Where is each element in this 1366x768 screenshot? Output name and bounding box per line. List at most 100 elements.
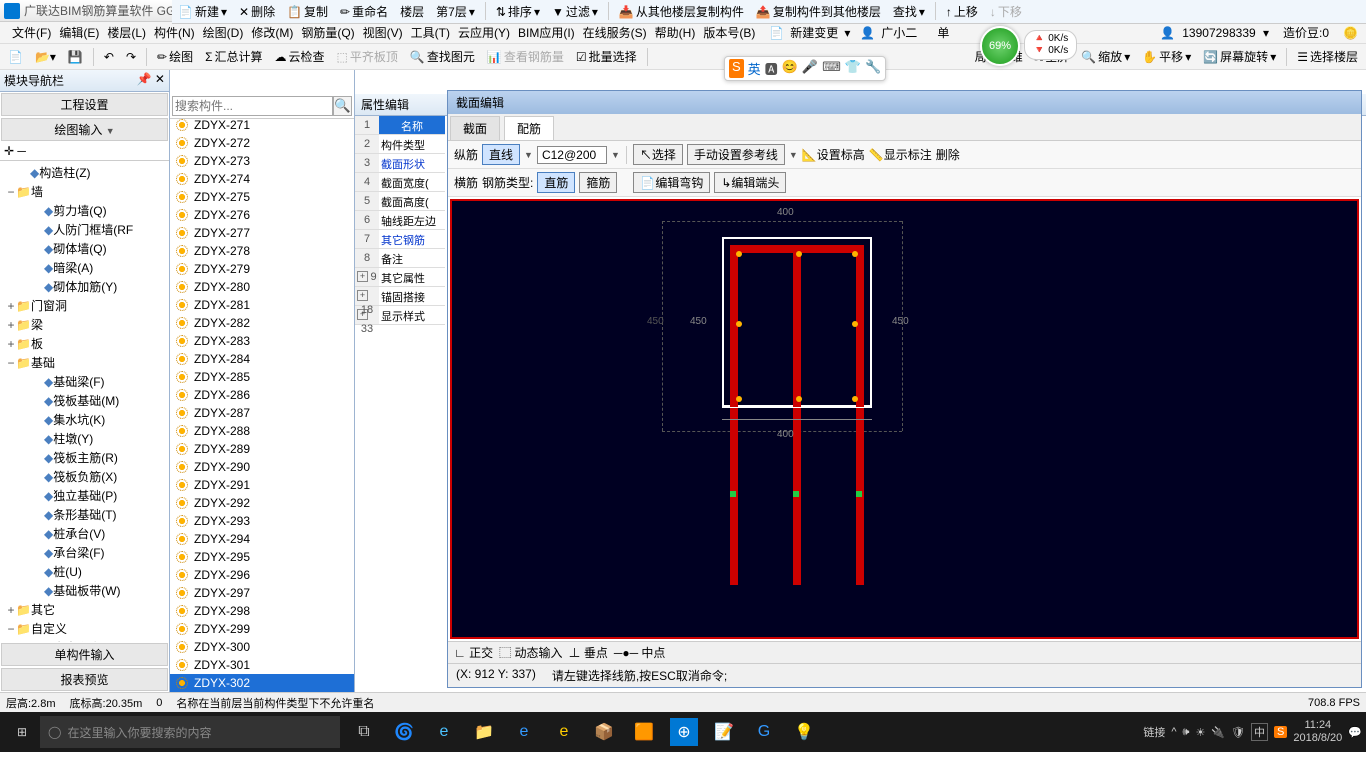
show-dim-button[interactable]: 📏显示标注 [869, 146, 932, 163]
object-item[interactable]: ZDYX-286 [170, 386, 354, 404]
tree-item[interactable]: ◆ 柱墩(Y) [2, 429, 167, 448]
view-rebar-button[interactable]: 📊查看钢筋量 [483, 47, 568, 66]
obj-copy-button[interactable]: 📋复制 [283, 2, 332, 21]
object-item[interactable]: ZDYX-301 [170, 656, 354, 674]
object-item[interactable]: ZDYX-282 [170, 314, 354, 332]
menu-item[interactable]: 帮助(H) [651, 24, 700, 42]
nav-section-single[interactable]: 单构件输入 [1, 643, 168, 666]
set-elev-button[interactable]: 📐设置标高 [802, 146, 865, 163]
edge-old-icon[interactable]: e [430, 718, 458, 746]
object-item[interactable]: ZDYX-290 [170, 458, 354, 476]
move-up-button[interactable]: ↑上移 [942, 2, 982, 21]
nav-section-draw[interactable]: 绘图输入 ▼ [1, 118, 168, 141]
app-icon-2[interactable]: 📦 [590, 718, 618, 746]
copy-to-floor-button[interactable]: 📤复制构件到其他楼层 [752, 2, 885, 21]
object-item[interactable]: ZDYX-291 [170, 476, 354, 494]
task-view-icon[interactable]: ⧉ [350, 718, 378, 746]
start-button[interactable]: ⊞ [4, 716, 40, 748]
menu-item[interactable]: 绘图(D) [199, 24, 248, 42]
prop-row[interactable]: 构件类型 [379, 135, 445, 154]
app-icon-4[interactable]: ⊕ [670, 718, 698, 746]
performance-badge[interactable]: 69% [980, 26, 1020, 66]
tree-item[interactable]: ◆ 自定义点 [2, 638, 167, 642]
sum-button[interactable]: Σ 汇总计算 [201, 47, 266, 66]
object-item[interactable]: ZDYX-275 [170, 188, 354, 206]
prop-row[interactable]: 显示样式 [379, 306, 445, 325]
nav-section-report[interactable]: 报表预览 [1, 668, 168, 691]
prop-row[interactable]: 截面宽度( [379, 173, 445, 192]
menu-item[interactable]: 编辑(E) [55, 24, 103, 42]
menu-item[interactable]: 修改(M) [247, 24, 297, 42]
move-down-button[interactable]: ↓下移 [986, 2, 1026, 21]
prop-row[interactable]: 其它钢筋 [379, 230, 445, 249]
tree-item[interactable]: ◆ 基础板带(W) [2, 581, 167, 600]
app-icon-5[interactable]: 📝 [710, 718, 738, 746]
object-item[interactable]: ZDYX-272 [170, 134, 354, 152]
select-floor-button[interactable]: ☰选择楼层 [1293, 47, 1362, 66]
object-item[interactable]: ZDYX-271 [170, 119, 354, 134]
menu-item[interactable]: BIM应用(I) [514, 24, 579, 42]
menu-item[interactable]: 楼层(L) [103, 24, 150, 42]
tray-link[interactable]: 链接 [1143, 724, 1165, 740]
tree-item[interactable]: ◆ 暗梁(A) [2, 258, 167, 277]
tab-section[interactable]: 截面 [450, 116, 500, 140]
sort-button[interactable]: ⇅排序▾ [492, 2, 544, 21]
object-item[interactable]: ZDYX-300 [170, 638, 354, 656]
delete-button[interactable]: 删除 [936, 146, 960, 163]
ime-indicator[interactable]: 中 [1251, 723, 1268, 741]
object-item[interactable]: ZDYX-299 [170, 620, 354, 638]
component-tree[interactable]: ◆ 构造柱(Z)−📁 墙◆ 剪力墙(Q)◆ 人防门框墙(RF◆ 砌体墙(Q)◆ … [0, 161, 169, 642]
ie-icon[interactable]: e [550, 718, 578, 746]
search-go-button[interactable]: 🔍 [333, 96, 352, 116]
cloud-check-button[interactable]: ☁云检查 [271, 47, 329, 66]
rotate-button[interactable]: 🔄屏幕旋转▾ [1199, 47, 1280, 66]
tree-item[interactable]: +📁 梁 [2, 315, 167, 334]
menu-item[interactable]: 构件(N) [150, 24, 199, 42]
tree-item[interactable]: ◆ 筏板基础(M) [2, 391, 167, 410]
zoom-button[interactable]: 🔍缩放▾ [1077, 47, 1134, 66]
tree-item[interactable]: +📁 其它 [2, 600, 167, 619]
dynamic-input-toggle[interactable]: ⬚ 动态输入 [499, 644, 562, 661]
object-list[interactable]: ZDYX-269ZDYX-270ZDYX-271ZDYX-272ZDYX-273… [170, 119, 354, 692]
prop-row[interactable]: 截面高度( [379, 192, 445, 211]
menu-item[interactable]: 视图(V) [359, 24, 407, 42]
sogou-icon[interactable]: S [1274, 726, 1287, 738]
edge-icon[interactable]: e [510, 718, 538, 746]
taskbar-search[interactable]: ◯ 在这里输入你要搜索的内容 [40, 716, 340, 748]
object-item[interactable]: ZDYX-274 [170, 170, 354, 188]
object-item[interactable]: ZDYX-287 [170, 404, 354, 422]
tree-item[interactable]: ◆ 集水坑(K) [2, 410, 167, 429]
object-item[interactable]: ZDYX-277 [170, 224, 354, 242]
tree-item[interactable]: ◆ 筏板主筋(R) [2, 448, 167, 467]
object-item[interactable]: ZDYX-302 [170, 674, 354, 692]
floor-select[interactable]: 第7层▾ [432, 2, 479, 21]
object-item[interactable]: ZDYX-280 [170, 278, 354, 296]
object-item[interactable]: ZDYX-288 [170, 422, 354, 440]
rebar-spec-input[interactable] [537, 146, 607, 164]
filter-button[interactable]: ▼过滤▾ [548, 2, 602, 21]
menu-item[interactable]: 钢筋量(Q) [297, 24, 358, 42]
tree-item[interactable]: ◆ 砌体加筋(Y) [2, 277, 167, 296]
menu-item[interactable]: 版本号(B) [699, 24, 759, 42]
batch-select-button[interactable]: ☑批量选择 [572, 47, 641, 66]
tree-item[interactable]: −📁 自定义 [2, 619, 167, 638]
search-input[interactable] [172, 96, 333, 116]
tab-rebar[interactable]: 配筋 [504, 116, 554, 140]
tree-item[interactable]: ◆ 剪力墙(Q) [2, 201, 167, 220]
prop-row[interactable]: 截面形状 [379, 154, 445, 173]
object-item[interactable]: ZDYX-283 [170, 332, 354, 350]
object-item[interactable]: ZDYX-295 [170, 548, 354, 566]
app-icon-1[interactable]: 🌀 [390, 718, 418, 746]
notifications-icon[interactable]: 💬 [1348, 726, 1362, 739]
object-item[interactable]: ZDYX-285 [170, 368, 354, 386]
nav-section-project[interactable]: 工程设置 [1, 93, 168, 116]
menu-item[interactable]: 云应用(Y) [454, 24, 514, 42]
app-icon-7[interactable]: 💡 [790, 718, 818, 746]
object-item[interactable]: ZDYX-284 [170, 350, 354, 368]
edit-end-button[interactable]: ↳编辑端头 [714, 172, 786, 193]
object-item[interactable]: ZDYX-296 [170, 566, 354, 584]
tree-item[interactable]: ◆ 桩(U) [2, 562, 167, 581]
tree-item[interactable]: ◆ 人防门框墙(RF [2, 220, 167, 239]
tree-item[interactable]: +📁 门窗洞 [2, 296, 167, 315]
menu-item[interactable]: 文件(F) [8, 24, 55, 42]
